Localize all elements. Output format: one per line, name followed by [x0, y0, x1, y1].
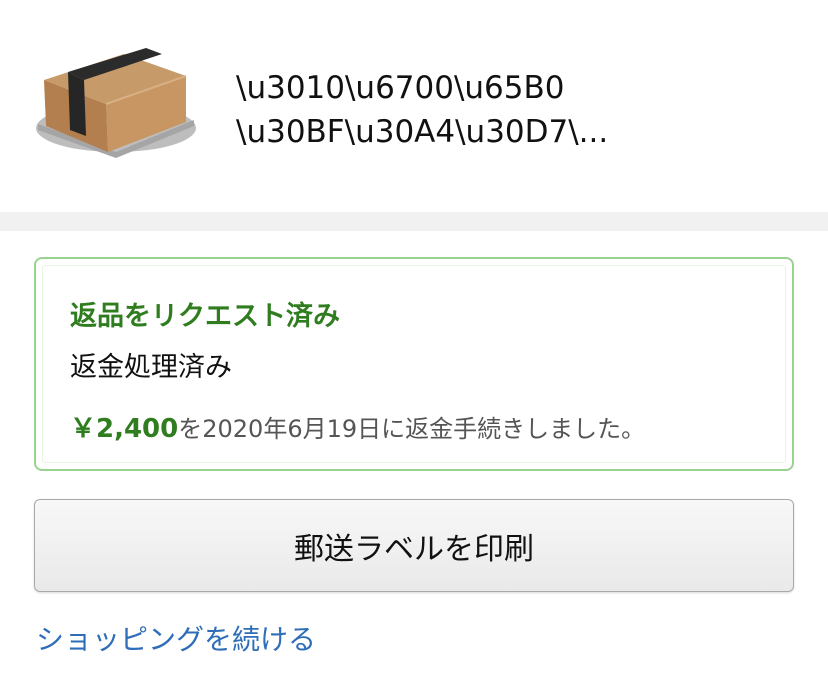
- product-summary: \u3010\u6700\u65B0 \u30BF\u30A4\u30D7\..…: [0, 0, 828, 212]
- package-box-icon[interactable]: [30, 40, 200, 170]
- return-status-inner: 返品をリクエスト済み 返金処理済み ￥2,400を2020年6月19日に返金手続…: [42, 265, 786, 463]
- product-title[interactable]: \u3010\u6700\u65B0 \u30BF\u30A4\u30D7\..…: [236, 66, 796, 154]
- return-status-box: 返品をリクエスト済み 返金処理済み ￥2,400を2020年6月19日に返金手続…: [34, 257, 794, 471]
- product-title-line-1: \u3010\u6700\u65B0: [236, 70, 565, 106]
- refund-status-text: 返金処理済み: [70, 352, 232, 383]
- product-title-line-2: \u30BF\u30A4\u30D7\...: [236, 114, 609, 150]
- refund-detail-text: を2020年6月19日に返金手続きしました。: [178, 415, 646, 443]
- refund-detail: ￥2,400を2020年6月19日に返金手続きしました。: [70, 408, 645, 445]
- refund-amount: ￥2,400: [70, 414, 179, 444]
- print-shipping-label-button[interactable]: 郵送ラベルを印刷: [34, 499, 794, 592]
- section-divider: [0, 212, 828, 231]
- return-status-heading: 返品をリクエスト済み: [70, 301, 340, 332]
- continue-shopping-link[interactable]: ショッピングを続ける: [36, 618, 316, 658]
